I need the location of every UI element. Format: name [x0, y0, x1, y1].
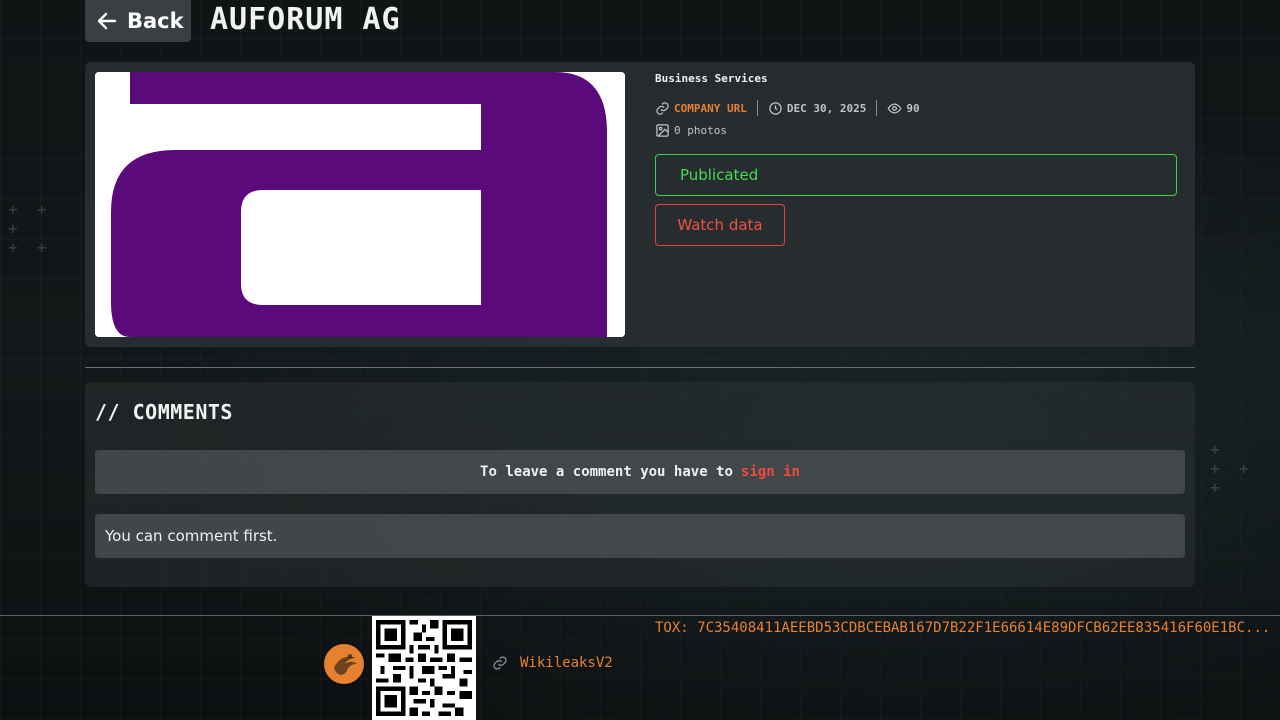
qr-code — [372, 616, 476, 720]
photos-item: 0 photos — [655, 123, 1177, 138]
link-icon — [493, 656, 507, 670]
date-item: DEC 30, 2025 — [768, 101, 866, 116]
phoenix-logo-icon — [324, 644, 364, 684]
comments-section: // COMMENTS To leave a comment you have … — [85, 382, 1195, 587]
signin-link[interactable]: sign in — [741, 464, 800, 480]
watch-data-button[interactable]: Watch data — [655, 204, 785, 246]
photo-count: 0 photos — [674, 124, 727, 137]
comments-title: // COMMENTS — [95, 400, 233, 424]
background-decoration: + + + + — [1210, 440, 1249, 497]
company-info: Business Services COMPANY URL DEC 30, 20… — [655, 72, 1177, 246]
status-badge: Publicated — [655, 154, 1177, 196]
company-url-label: COMPANY URL — [674, 101, 747, 115]
view-count: 90 — [906, 101, 920, 115]
signin-prompt: To leave a comment you have to sign in — [95, 450, 1185, 494]
back-button[interactable]: Back — [85, 0, 191, 42]
signin-prompt-text: To leave a comment you have to — [480, 464, 733, 480]
company-category: Business Services — [655, 72, 768, 85]
views-item: 90 — [887, 101, 920, 116]
tox-id: TOX: 7C35408411AEEBD53CDBCEBAB167D7B22F1… — [655, 620, 1271, 636]
meta-divider — [876, 100, 878, 116]
eye-icon — [887, 102, 902, 114]
image-icon — [656, 124, 669, 137]
auforum-logo-image — [95, 72, 625, 337]
footer-divider — [0, 615, 1280, 616]
empty-comments-message: You can comment first. — [95, 514, 1185, 558]
company-url-link[interactable]: COMPANY URL — [655, 101, 747, 116]
company-meta: COMPANY URL DEC 30, 2025 90 — [655, 99, 1177, 117]
arrow-left-icon — [97, 12, 117, 30]
publish-date: DEC 30, 2025 — [786, 101, 867, 115]
section-divider — [85, 367, 1195, 368]
footer-link-label: WikileaksV2 — [520, 655, 613, 671]
page-title: AUFORUM AG — [210, 1, 401, 37]
clock-icon — [769, 101, 782, 115]
meta-divider — [756, 100, 758, 116]
link-icon — [656, 101, 669, 115]
company-logo — [95, 72, 625, 337]
background-decoration: + + + + + — [8, 200, 47, 257]
back-button-label: Back — [127, 9, 184, 33]
company-panel: Business Services COMPANY URL DEC 30, 20… — [85, 62, 1195, 347]
footer-link[interactable]: WikileaksV2 — [492, 655, 613, 671]
